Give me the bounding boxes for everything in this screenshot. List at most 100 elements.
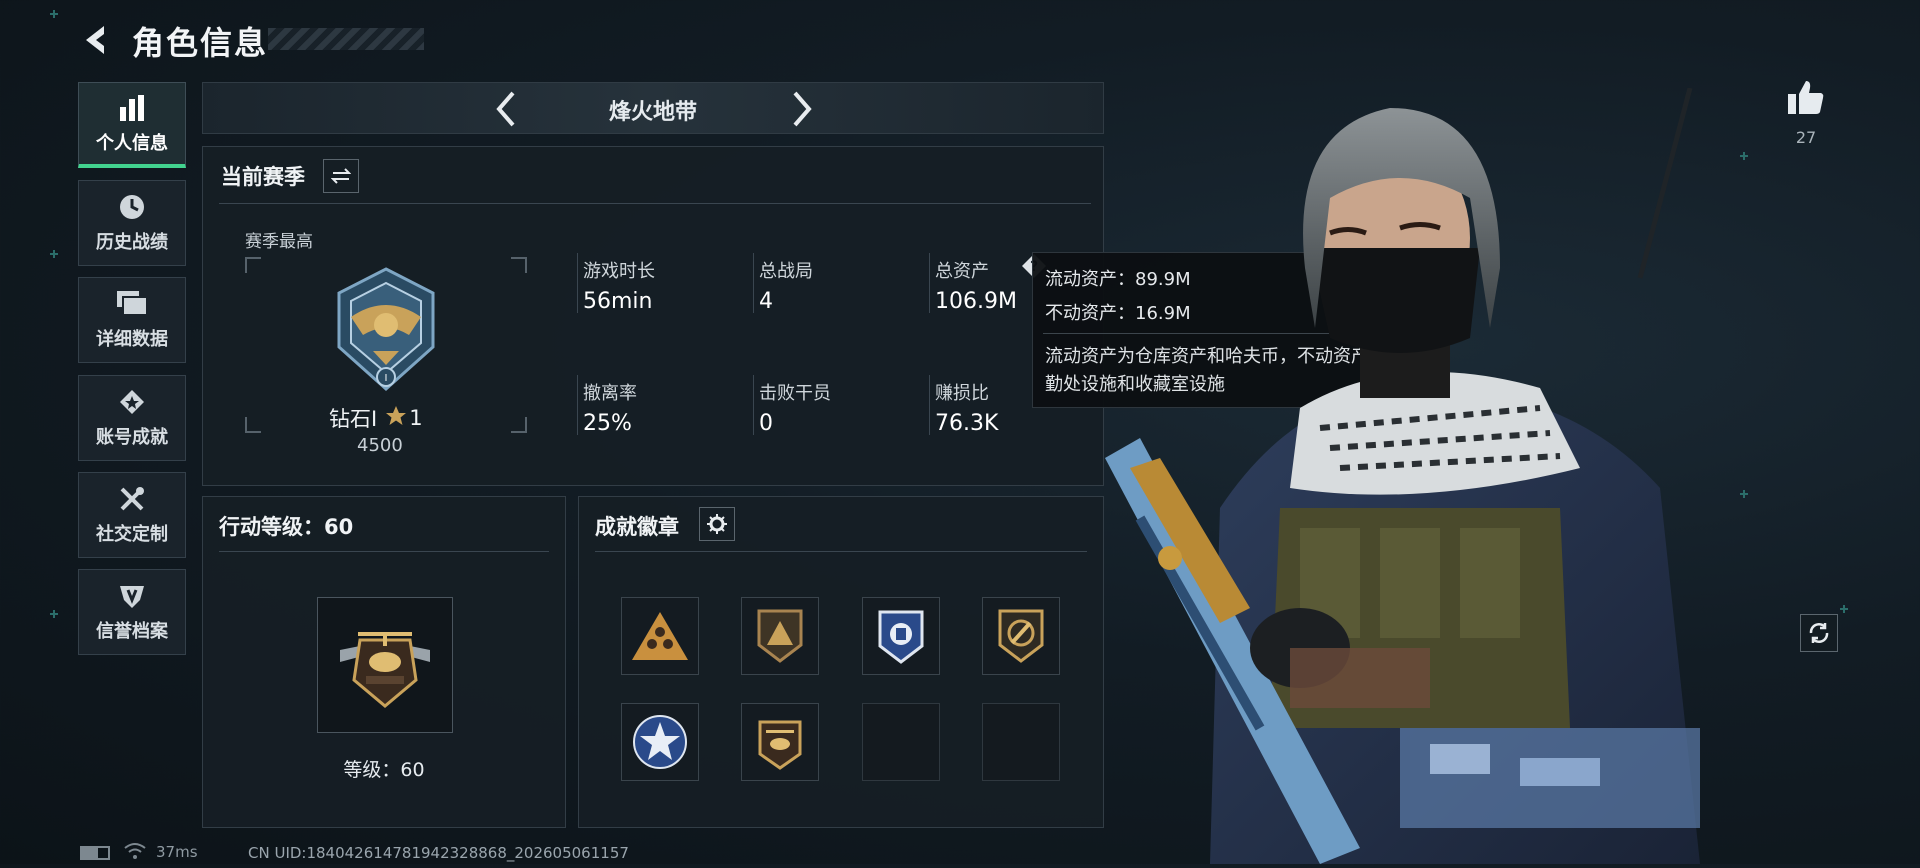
bar-chart-icon	[117, 93, 147, 123]
triangle-squad-badge-icon	[632, 612, 688, 660]
action-level-label: 等级：60	[343, 759, 425, 781]
stat-label-total-assets: 总资产	[935, 261, 989, 282]
rank-emblem: I	[321, 265, 451, 395]
nav-label: 账号成就	[96, 427, 168, 448]
nav-item-reputation[interactable]: 信誉档案	[78, 569, 186, 655]
frame-corner	[245, 257, 261, 273]
police-shield-badge-icon	[878, 610, 924, 664]
stat-label-playtime: 游戏时长	[583, 261, 655, 282]
grid-marker	[50, 10, 58, 18]
helicopter-emblem-icon	[340, 632, 430, 708]
divider	[219, 203, 1091, 204]
operator-portrait-illustration	[1105, 87, 1700, 864]
pyramid-badge-icon	[757, 609, 803, 663]
stat-label-total-matches: 总战局	[759, 261, 813, 282]
grid-marker	[50, 250, 58, 258]
nav-item-personal-info[interactable]: 个人信息	[78, 82, 186, 168]
nav-label: 信誉档案	[96, 621, 168, 642]
back-button[interactable]	[78, 22, 114, 58]
grid-marker	[50, 610, 58, 618]
nav-label: 详细数据	[96, 329, 168, 350]
like-button[interactable]	[1786, 78, 1826, 118]
nav-item-history[interactable]: 历史战绩	[78, 180, 186, 266]
mode-selector: 烽火地带	[202, 82, 1104, 134]
like-count: 27	[1795, 128, 1817, 147]
frame-corner	[511, 417, 527, 433]
badge-slot[interactable]	[862, 597, 940, 675]
season-title: 当前赛季	[221, 165, 305, 189]
stat-separator	[929, 253, 930, 313]
chevron-right-icon	[793, 91, 812, 127]
tools-icon	[117, 484, 147, 514]
swap-icon	[331, 168, 351, 184]
thumbs-up-icon	[1788, 81, 1824, 114]
grid-marker	[1840, 605, 1848, 613]
history-clock-icon	[117, 192, 147, 222]
badge-slot[interactable]	[982, 597, 1060, 675]
achievement-icon	[117, 387, 147, 417]
nav-item-social-custom[interactable]: 社交定制	[78, 472, 186, 558]
divider	[219, 551, 549, 552]
stat-separator	[753, 375, 754, 435]
folder-icon	[117, 289, 147, 319]
rotate-icon	[1809, 623, 1829, 643]
battery-icon	[80, 846, 110, 860]
divider	[595, 551, 1087, 552]
action-level-emblem	[317, 597, 453, 733]
stat-value-playtime: 56min	[583, 289, 653, 314]
rank-line: 钻石I 1	[329, 403, 423, 433]
badges-title: 成就徽章	[595, 515, 679, 539]
nav-item-achievements[interactable]: 账号成就	[78, 375, 186, 461]
stat-value-total-assets: 106.9M	[935, 289, 1017, 314]
stat-value-operators-defeated: 0	[759, 411, 773, 436]
season-panel: 当前赛季 赛季最高 I 钻石I 1 4500 游戏时长 56min 总战局 4 …	[202, 146, 1104, 486]
frame-corner	[245, 417, 261, 433]
grid-marker	[1740, 152, 1748, 160]
gear-icon	[707, 514, 727, 534]
rank-name: 钻石I	[329, 407, 378, 431]
stat-value-total-matches: 4	[759, 289, 773, 314]
badge-slot[interactable]	[621, 597, 699, 675]
mode-title: 烽火地带	[608, 100, 697, 125]
season-best-label: 赛季最高	[245, 232, 313, 252]
nav-label: 历史战绩	[96, 232, 168, 253]
svg-text:I: I	[385, 373, 388, 384]
stat-separator	[753, 253, 754, 313]
title-stripe-decoration	[268, 28, 424, 50]
action-level-title: 行动等级：60	[219, 515, 354, 539]
ping-text: 37ms	[156, 843, 198, 861]
stat-separator	[929, 375, 930, 435]
nav-label: 个人信息	[96, 132, 168, 154]
badge-slot[interactable]	[621, 703, 699, 781]
stat-value-profit-loss-ratio: 76.3K	[935, 411, 999, 436]
stat-label-operators-defeated: 击败干员	[759, 383, 831, 404]
star-emblem-badge-icon	[633, 715, 687, 769]
helicopter-badge-icon	[758, 720, 802, 770]
badge-slot[interactable]	[741, 703, 819, 781]
wifi-icon	[124, 842, 146, 864]
stat-separator	[577, 253, 578, 313]
next-mode-button[interactable]	[781, 89, 821, 129]
badge-slot-empty[interactable]	[982, 703, 1060, 781]
diamond-rank-emblem-icon: I	[337, 267, 435, 392]
badge-slot-empty[interactable]	[862, 703, 940, 781]
nav-item-detailed-data[interactable]: 详细数据	[78, 277, 186, 363]
shield-icon	[117, 581, 147, 611]
badge-settings-button[interactable]	[699, 507, 735, 541]
stat-label-extraction-rate: 撤离率	[583, 383, 637, 404]
rank-score: 4500	[357, 435, 403, 456]
stat-separator	[577, 375, 578, 435]
rank-stars: 1	[409, 406, 423, 430]
bullet-shield-badge-icon	[998, 609, 1044, 663]
stat-value-extraction-rate: 25%	[583, 411, 632, 436]
nav-label: 社交定制	[96, 524, 168, 545]
uid-text: CN UID:18404261478194232886​8_2026050611…	[248, 844, 629, 862]
back-arrow-icon	[86, 26, 104, 54]
rotate-model-button[interactable]	[1800, 614, 1838, 652]
badge-slot[interactable]	[741, 597, 819, 675]
badges-panel: 成就徽章	[578, 496, 1104, 828]
page-title: 角色信息	[132, 24, 269, 62]
action-level-panel: 行动等级：60 等级：60	[202, 496, 566, 828]
switch-season-button[interactable]	[323, 159, 359, 193]
frame-corner	[511, 257, 527, 273]
